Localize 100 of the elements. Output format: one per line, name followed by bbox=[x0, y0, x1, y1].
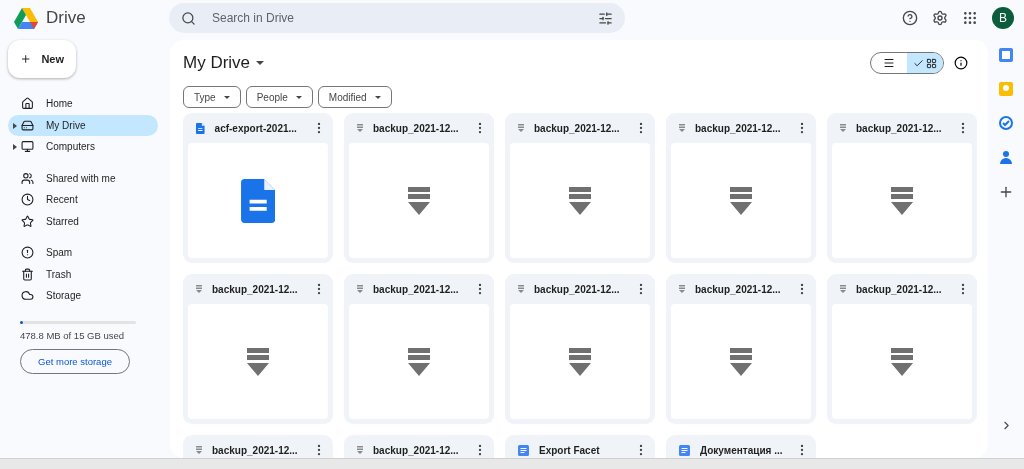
grid-icon bbox=[926, 57, 937, 69]
archive-file-icon bbox=[679, 285, 685, 293]
file-name: backup_2021-12... bbox=[856, 122, 943, 134]
nav-item[interactable]: My Drive bbox=[8, 114, 158, 136]
search-bar[interactable]: Search in Drive bbox=[169, 3, 625, 33]
calendar-icon[interactable] bbox=[999, 48, 1013, 62]
cloud-icon bbox=[21, 289, 34, 303]
file-card[interactable]: backup_2021-12... bbox=[666, 274, 816, 424]
grid-view-button[interactable] bbox=[907, 53, 943, 73]
archive-file-icon bbox=[408, 186, 430, 215]
nav-item[interactable]: Spam bbox=[8, 242, 158, 264]
archive-file-icon bbox=[196, 285, 202, 293]
file-card[interactable]: backup_2021-12... bbox=[344, 113, 494, 263]
archive-file-icon bbox=[357, 285, 363, 293]
file-name: backup_2021-12... bbox=[534, 283, 621, 295]
file-card[interactable]: Export Facet bbox=[505, 435, 655, 458]
nav-item[interactable]: Recent bbox=[8, 189, 158, 211]
filter-chip[interactable]: Modified bbox=[317, 86, 392, 108]
home-icon bbox=[21, 97, 34, 111]
new-button[interactable]: New bbox=[8, 40, 76, 78]
file-name: backup_2021-12... bbox=[856, 283, 943, 295]
nav-item[interactable]: Computers bbox=[8, 136, 158, 158]
archive-file-icon bbox=[891, 347, 913, 376]
search-field[interactable]: Search in Drive bbox=[210, 10, 584, 26]
archive-file-icon bbox=[357, 124, 363, 132]
filter-options-icon[interactable] bbox=[598, 10, 613, 26]
nav-item[interactable]: Home bbox=[8, 93, 158, 115]
document-icon bbox=[196, 122, 205, 134]
page-title[interactable]: My Drive bbox=[183, 53, 265, 73]
archive-file-icon bbox=[196, 446, 202, 454]
archive-file-icon bbox=[569, 347, 591, 376]
nav-item[interactable]: Starred bbox=[8, 210, 158, 232]
app-name: Drive bbox=[46, 8, 86, 28]
archive-file-icon bbox=[730, 186, 752, 215]
archive-file-icon bbox=[730, 347, 752, 376]
archive-file-icon bbox=[247, 347, 269, 376]
file-card[interactable]: backup_2021-12... bbox=[344, 274, 494, 424]
storage-usage-text: 478.8 MB of 15 GB used bbox=[20, 329, 126, 341]
document-icon bbox=[240, 178, 276, 223]
archive-file-icon bbox=[518, 124, 524, 132]
plus-icon[interactable] bbox=[998, 184, 1014, 200]
file-card[interactable]: backup_2021-12... bbox=[505, 274, 655, 424]
settings-icon[interactable] bbox=[932, 10, 948, 26]
document-icon bbox=[679, 444, 690, 456]
archive-file-icon bbox=[679, 124, 685, 132]
clock-icon bbox=[21, 193, 34, 207]
file-name: acf-export-2021... bbox=[214, 122, 298, 134]
list-icon bbox=[883, 57, 895, 69]
file-name: backup_2021-12... bbox=[695, 283, 782, 295]
search-icon[interactable] bbox=[181, 10, 196, 26]
nav-item[interactable]: Storage bbox=[8, 285, 158, 307]
file-card[interactable]: backup_2021-12... bbox=[827, 274, 977, 424]
file-card[interactable]: Документация ... bbox=[666, 435, 816, 458]
archive-file-icon bbox=[357, 446, 363, 454]
computer-icon bbox=[21, 140, 34, 154]
file-card[interactable]: backup_2021-12... bbox=[183, 274, 333, 424]
help-icon[interactable] bbox=[902, 10, 918, 26]
file-card[interactable]: backup_2021-12... bbox=[505, 113, 655, 263]
contacts-icon[interactable] bbox=[1000, 150, 1012, 164]
alert-icon bbox=[21, 246, 34, 260]
people-icon bbox=[21, 171, 34, 185]
file-name: backup_2021-12... bbox=[373, 283, 460, 295]
nav-item[interactable]: Trash bbox=[8, 263, 158, 285]
apps-grid-icon[interactable] bbox=[962, 10, 978, 26]
file-card[interactable]: acf-export-2021... bbox=[183, 113, 333, 263]
dropdown-caret-icon bbox=[374, 95, 381, 99]
info-icon[interactable] bbox=[954, 56, 968, 70]
expand-caret-icon[interactable] bbox=[13, 122, 17, 129]
account-avatar[interactable]: B bbox=[992, 7, 1014, 29]
archive-file-icon bbox=[891, 186, 913, 215]
file-name: backup_2021-12... bbox=[373, 444, 460, 456]
check-icon bbox=[913, 57, 924, 69]
filter-chip[interactable]: Type bbox=[183, 86, 241, 108]
archive-file-icon bbox=[408, 347, 430, 376]
archive-file-icon bbox=[518, 285, 524, 293]
star-icon bbox=[21, 214, 34, 228]
drive-logo-icon bbox=[14, 7, 38, 29]
file-name: backup_2021-12... bbox=[212, 444, 299, 456]
file-name: backup_2021-12... bbox=[534, 122, 621, 134]
file-name: backup_2021-12... bbox=[212, 283, 299, 295]
file-name: backup_2021-12... bbox=[373, 122, 460, 134]
file-card[interactable]: backup_2021-12... bbox=[666, 113, 816, 263]
file-name: backup_2021-12... bbox=[695, 122, 782, 134]
archive-file-icon bbox=[840, 285, 846, 293]
file-name: Export Facet bbox=[539, 444, 601, 456]
tasks-icon[interactable] bbox=[999, 116, 1013, 130]
trash-icon bbox=[21, 267, 34, 281]
archive-file-icon bbox=[569, 186, 591, 215]
dropdown-caret-icon bbox=[295, 95, 302, 99]
document-icon bbox=[518, 444, 529, 456]
nav-item[interactable]: Shared with me bbox=[8, 167, 158, 189]
dropdown-caret-icon bbox=[223, 95, 230, 99]
file-name: Документация ... bbox=[700, 444, 784, 456]
file-card[interactable]: backup_2021-12... bbox=[827, 113, 977, 263]
file-card[interactable]: backup_2021-12... bbox=[183, 435, 333, 458]
archive-file-icon bbox=[840, 124, 846, 132]
file-card[interactable]: backup_2021-12... bbox=[344, 435, 494, 458]
filter-chip[interactable]: People bbox=[245, 86, 313, 108]
expand-caret-icon[interactable] bbox=[13, 144, 17, 150]
dropdown-caret-icon bbox=[256, 61, 265, 65]
